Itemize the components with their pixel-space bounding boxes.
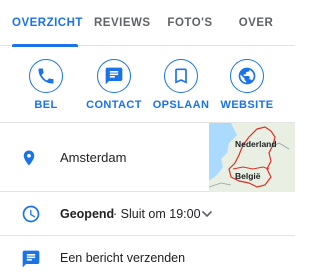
action-bar: BEL CONTACT OPSLAAN WEBSITE <box>0 46 295 122</box>
map-label-belgie: België <box>235 171 261 181</box>
phone-icon <box>29 59 63 93</box>
globe-icon <box>230 59 264 93</box>
address-row[interactable]: Amsterdam Nederland België <box>0 122 295 192</box>
contact-button[interactable]: CONTACT <box>79 59 149 115</box>
website-button[interactable]: WEBSITE <box>212 59 282 115</box>
save-button[interactable]: OPSLAAN <box>146 59 216 115</box>
opening-hours-row[interactable]: Geopend · Sluit om 19:00 <box>0 192 295 236</box>
tab-reviews[interactable]: REVIEWS <box>94 0 150 46</box>
map-label-nederland: Nederland <box>235 139 277 149</box>
tab-over[interactable]: OVER <box>236 0 276 46</box>
tab-overzicht[interactable]: OVERZICHT <box>12 0 82 47</box>
closing-time: · Sluit om 19:00 <box>113 207 201 221</box>
tab-fotos[interactable]: FOTO'S <box>166 0 214 46</box>
website-label: WEBSITE <box>220 99 274 111</box>
send-message-row[interactable]: Een bericht verzenden <box>0 236 295 280</box>
tab-bar: OVERZICHT REVIEWS FOTO'S OVER <box>0 0 295 47</box>
message-icon <box>97 59 131 93</box>
bookmark-icon <box>164 59 198 93</box>
clock-icon <box>22 205 40 223</box>
map-thumbnail[interactable]: Nederland België <box>209 123 295 192</box>
address-text: Amsterdam <box>60 150 127 165</box>
call-button[interactable]: BEL <box>11 59 81 115</box>
chevron-down-icon[interactable] <box>201 209 213 219</box>
chat-icon <box>22 250 40 268</box>
save-label: OPSLAAN <box>152 99 210 111</box>
open-status: Geopend <box>60 207 115 221</box>
location-pin-icon <box>23 150 35 166</box>
contact-label: CONTACT <box>86 99 142 111</box>
call-label: BEL <box>34 99 58 111</box>
send-message-text: Een bericht verzenden <box>60 251 186 265</box>
